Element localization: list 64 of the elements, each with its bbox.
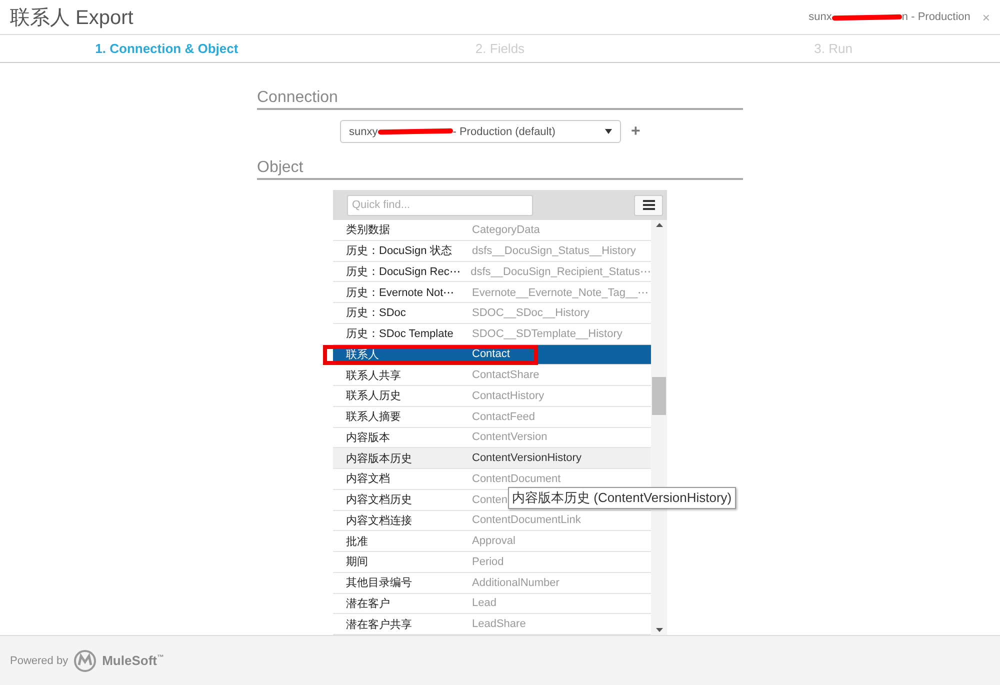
object-label: 内容版本 — [346, 430, 391, 445]
object-row[interactable]: 内容版本 ContentVersion — [333, 428, 651, 448]
object-row[interactable]: 内容文档连接 ContentDocumentLink — [333, 510, 651, 532]
connection-select[interactable]: sunxy - Production (default) — [340, 120, 621, 143]
section-heading: Connection — [257, 89, 743, 110]
logo-icon — [74, 650, 96, 672]
object-api-name: SDOC__SDTemplate__History — [472, 328, 622, 340]
object-api-name: ContactHistory — [472, 390, 544, 402]
window-title: 联系人 Export — [10, 6, 134, 30]
object-label: 历史：SDoc — [346, 306, 407, 320]
tooltip: 内容版本历史 (ContentVersionHistory) — [508, 486, 736, 509]
object-label: 内容文档连接 — [346, 514, 413, 528]
object-api-name: dsfs__DocuSign_Status__History — [472, 244, 636, 257]
object-row[interactable]: 潜在客户 Lead — [333, 594, 651, 614]
object-api-name: SDOC__SDoc__History — [472, 306, 590, 319]
object-api-name: ContentDocument — [472, 472, 561, 485]
object-api-name: Approval — [472, 535, 516, 548]
object-api-name: Contact — [472, 348, 510, 360]
object-api-name: ContactFeed — [472, 410, 535, 423]
object-api-name: AdditionalNumber — [472, 576, 560, 589]
section-heading: Object — [257, 159, 743, 180]
account-environment: n - Production — [902, 11, 970, 23]
object-api-name: ContentDocumentLink — [472, 514, 581, 526]
menu-button[interactable] — [634, 194, 663, 216]
redaction-mark — [832, 14, 902, 20]
account-name: sunx — [808, 11, 832, 23]
object-label: 联系人 — [346, 348, 380, 362]
object-label: 批准 — [346, 534, 369, 549]
object-label: 联系人摘要 — [346, 410, 402, 424]
object-api-name: Evernote__Evernote_Note_Tag__⋯ — [472, 286, 649, 299]
object-label: 内容版本历史 — [346, 452, 413, 466]
object-row[interactable]: 内容版本历史 ContentVersionHistory — [333, 448, 651, 469]
scroll-up-icon[interactable] — [656, 223, 662, 227]
object-api-name: Conten — [472, 494, 508, 506]
object-api-name: LeadShare — [472, 618, 526, 630]
object-label: 潜在客户共享 — [346, 618, 413, 632]
powered-by-text: Powered by — [10, 654, 68, 666]
scroll-thumb[interactable] — [652, 377, 666, 415]
brand-name: MuleSoft$^{™}$ — [102, 653, 164, 668]
add-button[interactable]: + — [631, 122, 640, 140]
object-api-name: Period — [472, 556, 504, 568]
object-api-name: Lead — [472, 597, 496, 610]
object-api-name: ContentVersion — [472, 431, 548, 444]
search-field[interactable]: Quick find... — [347, 194, 533, 216]
object-label: 历史：DocuSign Rec⋯ — [346, 264, 462, 279]
object-api-name: ContactShare — [472, 369, 540, 382]
caret-icon — [605, 129, 612, 134]
object-label: 内容文档 — [346, 472, 391, 486]
object-label: 历史：Evernote Not⋯ — [346, 286, 456, 300]
object-label: 类别数据 — [346, 223, 391, 238]
object-api-name: CategoryData — [472, 224, 540, 236]
menu-icon — [642, 200, 654, 210]
object-label: 历史：DocuSign 状态 — [346, 244, 453, 258]
object-label: 联系人历史 — [346, 388, 402, 404]
object-label: 其他目录编号 — [346, 576, 413, 590]
object-api-name: dsfs__DocuSign_Recipient_Status⋯ — [470, 264, 651, 278]
object-label: 内容文档历史 — [346, 492, 413, 508]
object-api-name: ContentVersionHistory — [472, 452, 582, 464]
scroll-down-icon[interactable] — [656, 628, 662, 632]
object-row[interactable]: 历史：DocuSign Rec⋯ dsfs__DocuSign_Recipient_Status⋯ — [333, 262, 651, 282]
object-label: 期间 — [346, 555, 369, 570]
object-label: 潜在客户 — [346, 596, 391, 611]
object-label: 联系人共享 — [346, 368, 402, 383]
object-label: 历史：SDoc Template — [346, 327, 454, 342]
